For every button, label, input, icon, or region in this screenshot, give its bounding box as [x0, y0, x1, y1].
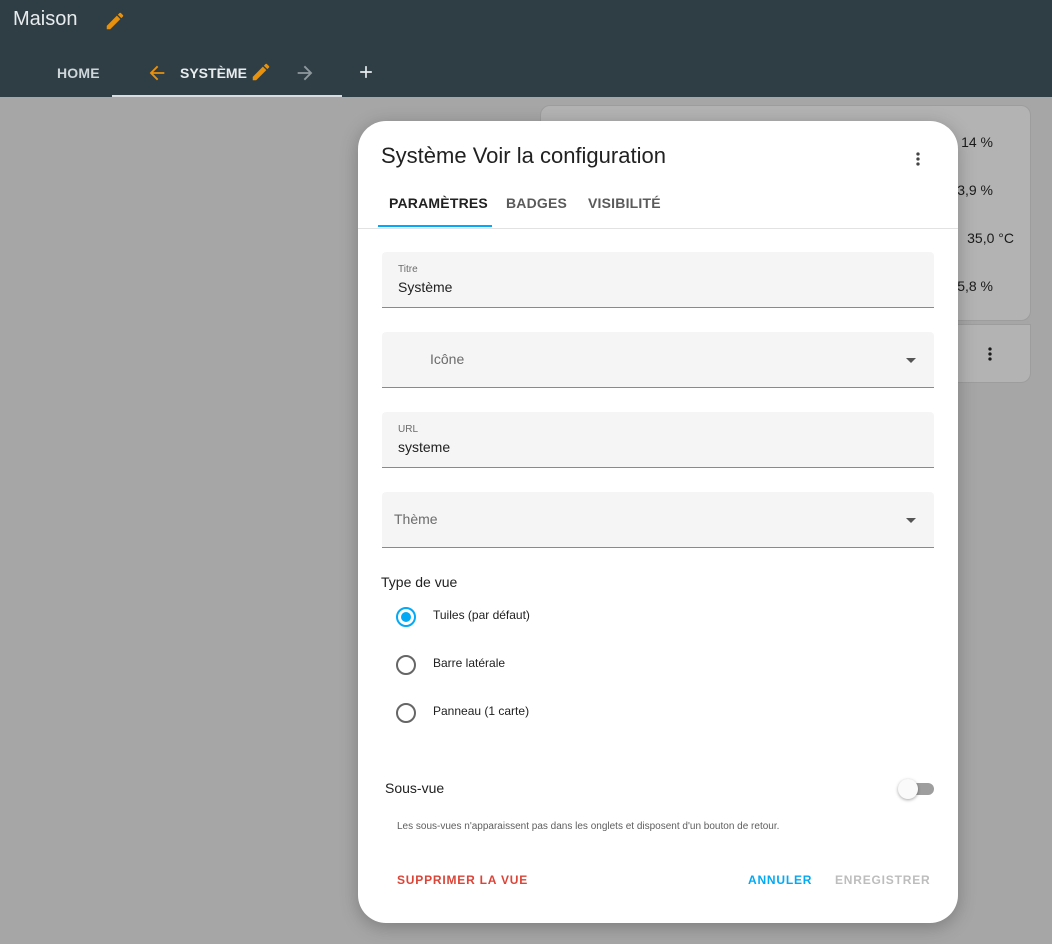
edit-view-pencil-icon[interactable]	[250, 61, 272, 83]
tab-systeme-label: SYSTÈME	[180, 65, 247, 81]
move-view-left-arrow-icon[interactable]	[146, 62, 168, 84]
dialog-title: Système Voir la configuration	[381, 143, 666, 168]
tab-home[interactable]: HOME	[57, 65, 100, 81]
active-tab-indicator	[378, 225, 492, 227]
tab-visibilite[interactable]: VISIBILITÉ	[588, 195, 661, 211]
title-field-label: Titre	[398, 264, 418, 275]
top-app-bar: Maison HOME SYSTÈME	[0, 0, 1052, 97]
icon-picker-placeholder: Icône	[430, 351, 465, 367]
sensor-value: 14 %	[961, 134, 993, 150]
toggle-thumb	[898, 779, 918, 799]
cancel-button[interactable]: ANNULER	[748, 873, 812, 887]
url-field[interactable]: URL systeme	[382, 412, 934, 468]
url-field-label: URL	[398, 424, 419, 435]
tab-systeme[interactable]: SYSTÈME	[112, 52, 342, 97]
radio-button[interactable]	[396, 703, 416, 723]
edit-dashboard-pencil-icon[interactable]	[104, 10, 126, 32]
edit-view-dialog: Système Voir la configuration PARAMÈTRES…	[358, 121, 958, 923]
dashboard-title: Maison	[13, 8, 78, 30]
theme-select[interactable]: Thème	[382, 492, 934, 548]
theme-select-placeholder: Thème	[394, 511, 438, 527]
tab-badges[interactable]: BADGES	[506, 195, 567, 211]
move-view-right-arrow-icon[interactable]	[294, 62, 316, 84]
radio-button[interactable]	[396, 655, 416, 675]
sensor-value: 35,0 °C	[967, 230, 1014, 246]
delete-view-button[interactable]: SUPPRIMER LA VUE	[397, 873, 528, 887]
tab-parametres[interactable]: PARAMÈTRES	[389, 195, 488, 211]
menu-down-icon	[906, 358, 916, 363]
title-field-value: Système	[398, 279, 453, 295]
dialog-menu-dots-vertical-icon[interactable]	[908, 149, 928, 169]
view-type-label: Type de vue	[381, 574, 458, 590]
subview-helper-text: Les sous-vues n'apparaissent pas dans le…	[397, 821, 780, 832]
menu-down-icon	[906, 518, 916, 523]
save-button[interactable]: ENREGISTRER	[835, 873, 930, 887]
icon-picker-field[interactable]: Icône	[382, 332, 934, 388]
subview-toggle[interactable]	[898, 779, 934, 799]
url-field-value: systeme	[398, 439, 451, 455]
subview-label: Sous-vue	[385, 780, 445, 796]
radio-button-checked[interactable]	[396, 607, 416, 627]
radio-label: Panneau (1 carte)	[433, 704, 530, 718]
card-options-dots-vertical-icon[interactable]	[980, 344, 1000, 364]
view-tabs: HOME SYSTÈME	[0, 52, 400, 97]
add-view-plus-icon[interactable]	[356, 62, 376, 82]
radio-label: Barre latérale	[433, 656, 506, 670]
dialog-tabs: PARAMÈTRES BADGES VISIBILITÉ	[358, 183, 958, 229]
title-field[interactable]: Titre Système	[382, 252, 934, 308]
radio-label: Tuiles (par défaut)	[433, 608, 530, 622]
